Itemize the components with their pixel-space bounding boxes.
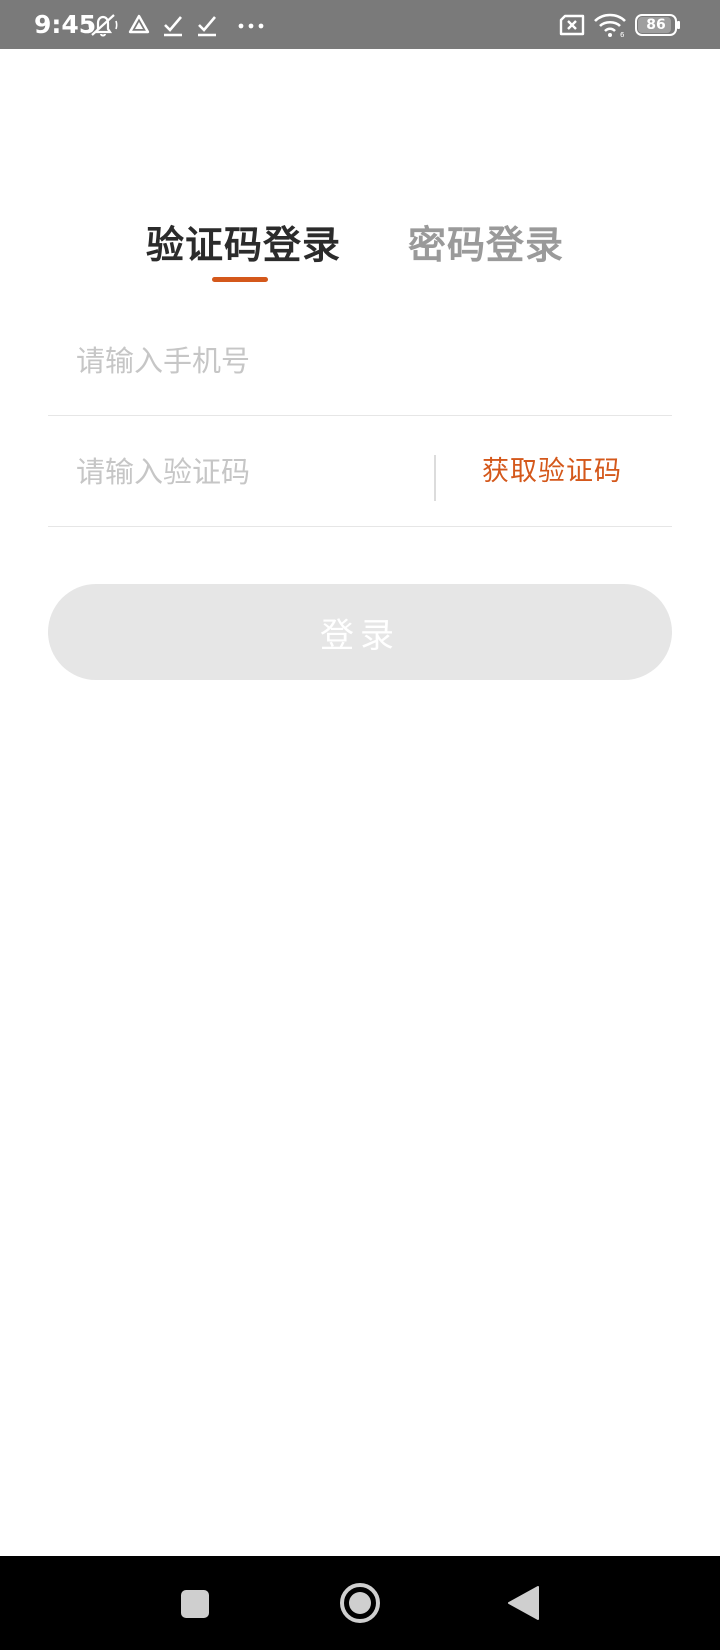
status-time: 9:45 (34, 10, 97, 39)
wifi-icon: 6 (594, 13, 626, 38)
more-dots-icon (238, 23, 264, 29)
recents-button[interactable] (150, 1556, 240, 1650)
navigation-bar (0, 1556, 720, 1650)
active-tab-indicator (212, 277, 268, 282)
verification-code-input[interactable] (76, 417, 416, 527)
drive-icon (128, 14, 150, 34)
check-icon (164, 16, 182, 37)
sim-error-icon (559, 14, 585, 36)
back-button[interactable] (478, 1556, 568, 1650)
login-button[interactable]: 登录 (48, 584, 672, 680)
back-triangle-icon (508, 1586, 539, 1620)
svg-text:6: 6 (620, 31, 625, 38)
get-code-button[interactable]: 获取验证码 (482, 417, 622, 527)
phone-input[interactable] (76, 306, 646, 416)
battery-icon: 86 (635, 14, 681, 36)
home-circle-icon (340, 1583, 380, 1623)
code-field: 获取验证码 (48, 417, 672, 527)
field-divider (434, 455, 436, 501)
tab-password-login[interactable]: 密码登录 (408, 218, 564, 272)
battery-level: 86 (646, 17, 666, 33)
square-icon (181, 1590, 209, 1618)
mute-icon (88, 14, 118, 37)
tab-sms-login[interactable]: 验证码登录 (146, 218, 341, 272)
login-screen: 9:45 6 86 验证码登录 密码登录 请输入手机号 请输入验证码 获取验证码… (0, 0, 720, 1650)
home-button[interactable] (315, 1556, 405, 1650)
phone-field (48, 306, 672, 416)
status-bar: 9:45 6 86 (0, 0, 720, 49)
check-icon (198, 16, 216, 37)
